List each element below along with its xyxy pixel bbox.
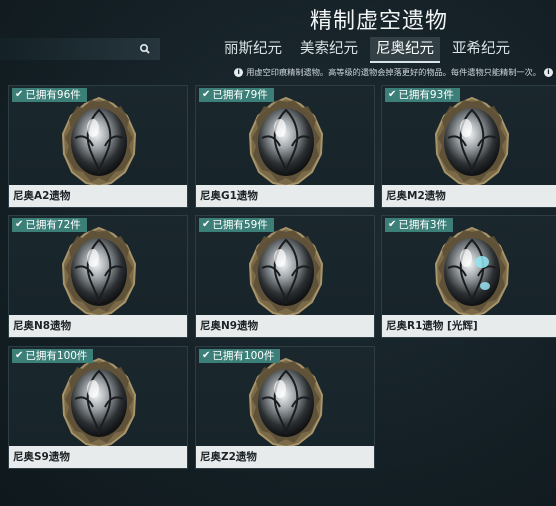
owned-count: 已拥有59件 [212, 219, 268, 231]
relic-card[interactable]: ✔ 已拥有100件 尼奥S9遗物 [8, 346, 188, 469]
relic-icon [248, 357, 324, 449]
era-tabs: 丽斯纪元 美索纪元 尼奥纪元 亚希纪元 [218, 37, 522, 63]
owned-count: 已拥有100件 [25, 350, 88, 362]
relic-icon [248, 226, 324, 318]
check-icon: ✔ [388, 89, 397, 100]
relic-name: 尼奥Z2遗物 [196, 446, 374, 468]
page-title: 精制虚空遗物 [310, 9, 449, 34]
check-icon: ✔ [202, 350, 211, 361]
relic-card[interactable]: ✔ 已拥有79件 尼奥G1遗物 [195, 85, 375, 208]
owned-badge: ✔ 已拥有93件 [385, 88, 460, 102]
check-icon: ✔ [15, 219, 24, 230]
check-icon: ✔ [388, 219, 397, 230]
search-icon[interactable] [138, 42, 152, 56]
help-icon[interactable]: i [544, 67, 553, 77]
tab-meso[interactable]: 美索纪元 [294, 37, 364, 61]
relic-card[interactable]: ✔ 已拥有93件 尼奥M2遗物 [381, 85, 556, 208]
relic-name: 尼奥M2遗物 [382, 185, 556, 207]
owned-badge: ✔ 已拥有100件 [199, 349, 281, 363]
check-icon: ✔ [202, 219, 211, 230]
tab-axi[interactable]: 亚希纪元 [446, 37, 516, 61]
owned-badge: ✔ 已拥有96件 [12, 88, 87, 102]
info-icon: i [234, 67, 244, 77]
check-icon: ✔ [15, 350, 24, 361]
owned-count: 已拥有100件 [212, 350, 275, 362]
info-hint: i 用虚空印痕精制遗物。高等级的遗物会掉落更好的物品。每件遗物只能精制一次。 i [234, 66, 553, 78]
relic-icon [248, 96, 324, 188]
relic-icon [61, 96, 137, 188]
tab-neo[interactable]: 尼奥纪元 [370, 37, 440, 63]
owned-count: 已拥有96件 [25, 89, 81, 101]
relic-name: 尼奥A2遗物 [9, 185, 187, 207]
relic-name: 尼奥R1遗物 [光辉] [382, 315, 556, 337]
relic-name: 尼奥G1遗物 [196, 185, 374, 207]
relic-name: 尼奥S9遗物 [9, 446, 187, 468]
owned-badge: ✔ 已拥有3件 [385, 218, 454, 232]
owned-count: 已拥有79件 [212, 89, 268, 101]
owned-count: 已拥有93件 [398, 89, 454, 101]
relic-name: 尼奥N8遗物 [9, 315, 187, 337]
relic-card[interactable]: ✔ 已拥有59件 尼奥N9遗物 [195, 215, 375, 338]
relic-icon [61, 226, 137, 318]
owned-count: 已拥有72件 [25, 219, 81, 231]
owned-badge: ✔ 已拥有72件 [12, 218, 87, 232]
relic-card[interactable]: ✔ 已拥有100件 尼奥Z2遗物 [195, 346, 375, 469]
relic-icon [61, 357, 137, 449]
owned-badge: ✔ 已拥有59件 [199, 218, 274, 232]
check-icon: ✔ [15, 89, 24, 100]
relic-icon [434, 96, 510, 188]
check-icon: ✔ [202, 89, 211, 100]
relic-card[interactable]: ✔ 已拥有72件 尼奥N8遗物 [8, 215, 188, 338]
relic-name: 尼奥N9遗物 [196, 315, 374, 337]
info-text: 用虚空印痕精制遗物。高等级的遗物会掉落更好的物品。每件遗物只能精制一次。 [246, 67, 541, 77]
relic-icon [434, 226, 510, 318]
owned-count: 已拥有3件 [398, 219, 448, 231]
tab-lith[interactable]: 丽斯纪元 [218, 37, 288, 61]
search-input[interactable] [0, 38, 160, 60]
relic-card[interactable]: ✔ 已拥有96件 尼奥A2遗物 [8, 85, 188, 208]
owned-badge: ✔ 已拥有79件 [199, 88, 274, 102]
relic-card[interactable]: ✔ 已拥有3件 尼奥R1遗物 [光辉] [381, 215, 556, 338]
owned-badge: ✔ 已拥有100件 [12, 349, 94, 363]
